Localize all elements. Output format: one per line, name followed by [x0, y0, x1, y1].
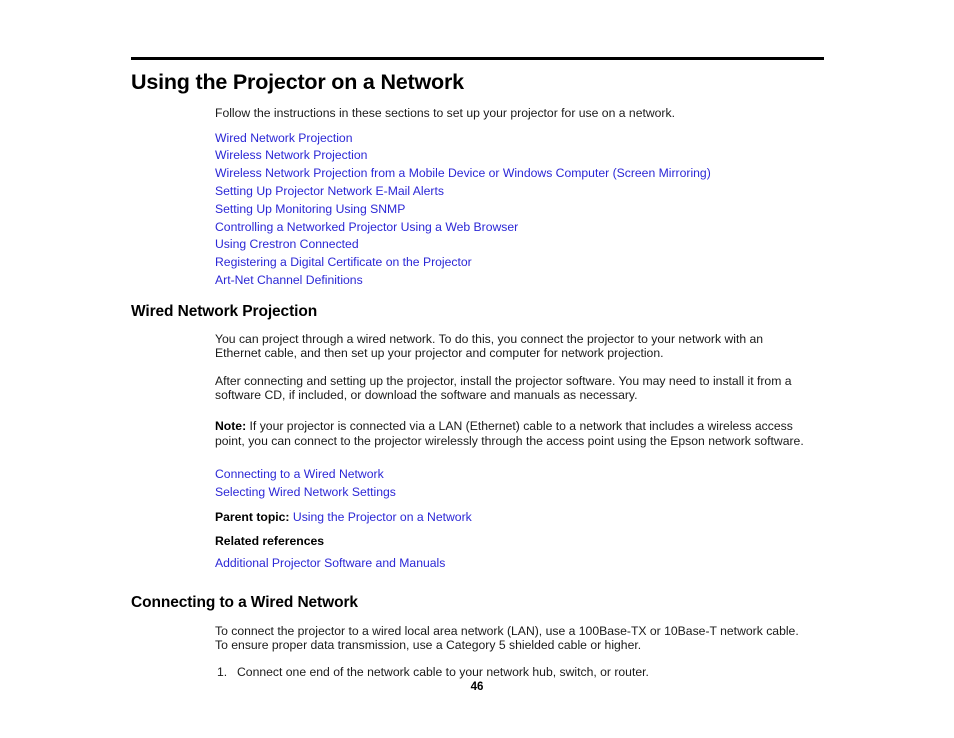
section-heading-connecting-to-a-wired-network: Connecting to a Wired Network	[131, 593, 358, 611]
list-item: 1. Connect one end of the network cable t…	[215, 665, 812, 680]
chapter-title-rule	[131, 57, 824, 60]
page-title: Using the Projector on a Network	[131, 70, 464, 94]
parent-topic-link[interactable]: Using the Projector on a Network	[293, 510, 472, 524]
related-reference-link-additional-software-manuals[interactable]: Additional Projector Software and Manual…	[215, 555, 812, 573]
step-number: 1.	[217, 664, 228, 679]
chapter-intro-text: Follow the instructions in these section…	[215, 106, 675, 121]
step-text: Connect one end of the network cable to …	[237, 664, 649, 679]
toc-link-snmp-monitoring[interactable]: Setting Up Monitoring Using SNMP	[215, 201, 812, 219]
page-content: Using the Projector on a Network Follow …	[131, 70, 831, 679]
chapter-intro-block: Follow the instructions in these section…	[215, 106, 812, 290]
toc-link-wired-network-projection[interactable]: Wired Network Projection	[215, 130, 812, 148]
section-connecting-body: To connect the projector to a wired loca…	[215, 624, 812, 680]
wired-paragraph-1: You can project through a wired network.…	[215, 331, 764, 361]
section-heading-wired-network-projection: Wired Network Projection	[131, 302, 318, 320]
connecting-paragraph-1: To connect the projector to a wired loca…	[215, 623, 799, 653]
toc-link-email-alerts[interactable]: Setting Up Projector Network E-Mail Aler…	[215, 183, 812, 201]
toc-link-screen-mirroring[interactable]: Wireless Network Projection from a Mobil…	[215, 165, 812, 183]
page-number: 46	[470, 681, 484, 693]
wired-note: Note: If your projector is connected via…	[215, 419, 812, 448]
document-page: Using the Projector on a Network Follow …	[0, 0, 954, 738]
parent-topic-line: Parent topic: Using the Projector on a N…	[215, 510, 812, 525]
parent-topic-label: Parent topic:	[215, 509, 290, 524]
toc-link-web-browser-control[interactable]: Controlling a Networked Projector Using …	[215, 219, 812, 237]
note-label: Note:	[215, 419, 247, 434]
section-wired-body: You can project through a wired network.…	[215, 332, 812, 573]
toc-link-art-net-channel-definitions[interactable]: Art-Net Channel Definitions	[215, 272, 812, 290]
wired-sub-link-list: Connecting to a Wired Network Selecting …	[215, 466, 812, 502]
related-references-label: Related references	[215, 534, 325, 549]
connecting-steps-list: 1. Connect one end of the network cable t…	[215, 665, 812, 680]
toc-link-digital-certificate[interactable]: Registering a Digital Certificate on the…	[215, 254, 812, 272]
sub-link-selecting-wired-network-settings[interactable]: Selecting Wired Network Settings	[215, 484, 812, 502]
toc-link-wireless-network-projection[interactable]: Wireless Network Projection	[215, 147, 812, 165]
chapter-toc-link-list: Wired Network Projection Wireless Networ…	[215, 130, 812, 290]
wired-paragraph-2: After connecting and setting up the proj…	[215, 373, 792, 403]
sub-link-connecting-to-a-wired-network[interactable]: Connecting to a Wired Network	[215, 466, 812, 484]
toc-link-crestron-connected[interactable]: Using Crestron Connected	[215, 236, 812, 254]
note-text: If your projector is connected via a LAN…	[215, 419, 804, 448]
